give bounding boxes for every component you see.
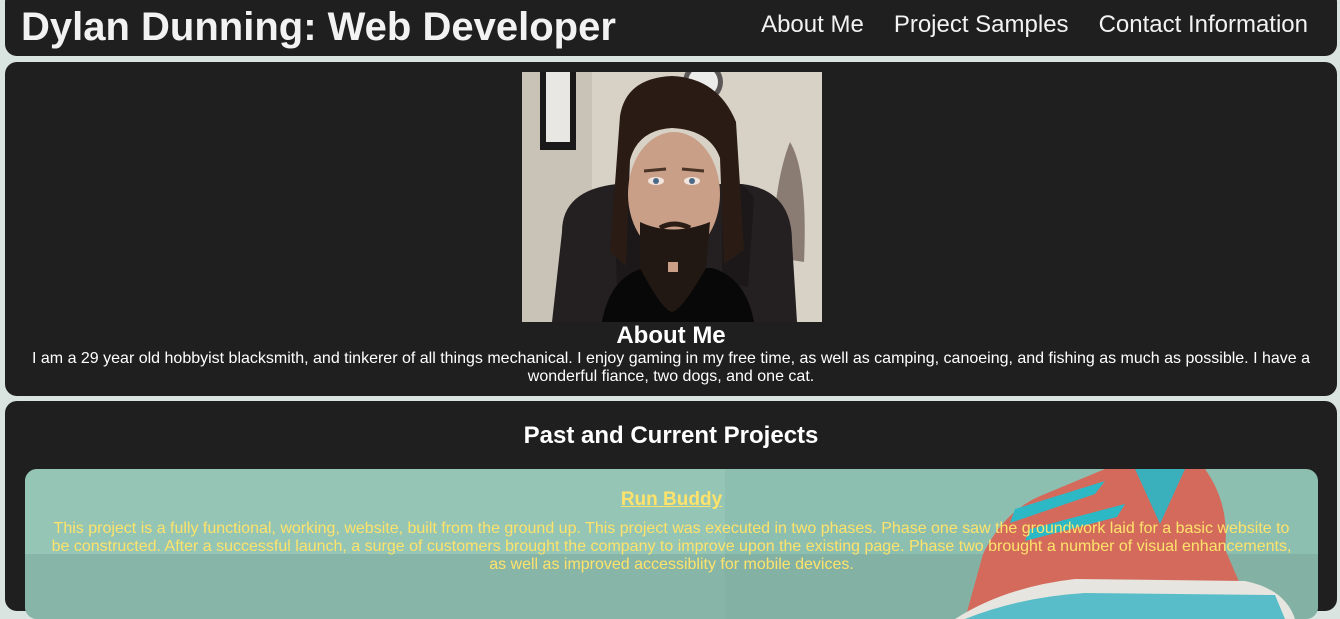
nav-about-me[interactable]: About Me — [761, 11, 864, 39]
site-header: Dylan Dunning: Web Developer About Me Pr… — [5, 0, 1337, 56]
about-heading: About Me — [616, 322, 726, 349]
profile-photo — [522, 72, 822, 322]
project-card-run-buddy: Run Buddy This project is a fully functi… — [25, 469, 1318, 619]
about-text: I am a 29 year old hobbyist blacksmith, … — [32, 350, 1310, 385]
nav-contact-information[interactable]: Contact Information — [1099, 11, 1308, 39]
nav-project-samples[interactable]: Project Samples — [894, 11, 1069, 39]
site-title: Dylan Dunning: Web Developer — [21, 5, 616, 49]
project-description: This project is a fully functional, work… — [51, 520, 1292, 573]
projects-section: Past and Current Projects Run Buddy This… — [5, 401, 1337, 619]
about-section: About Me I am a 29 year old hobbyist bla… — [5, 62, 1337, 396]
projects-heading: Past and Current Projects — [523, 422, 819, 449]
main-nav: About Me Project Samples Contact Informa… — [761, 11, 1308, 39]
project-title-link[interactable]: Run Buddy — [25, 489, 1318, 511]
